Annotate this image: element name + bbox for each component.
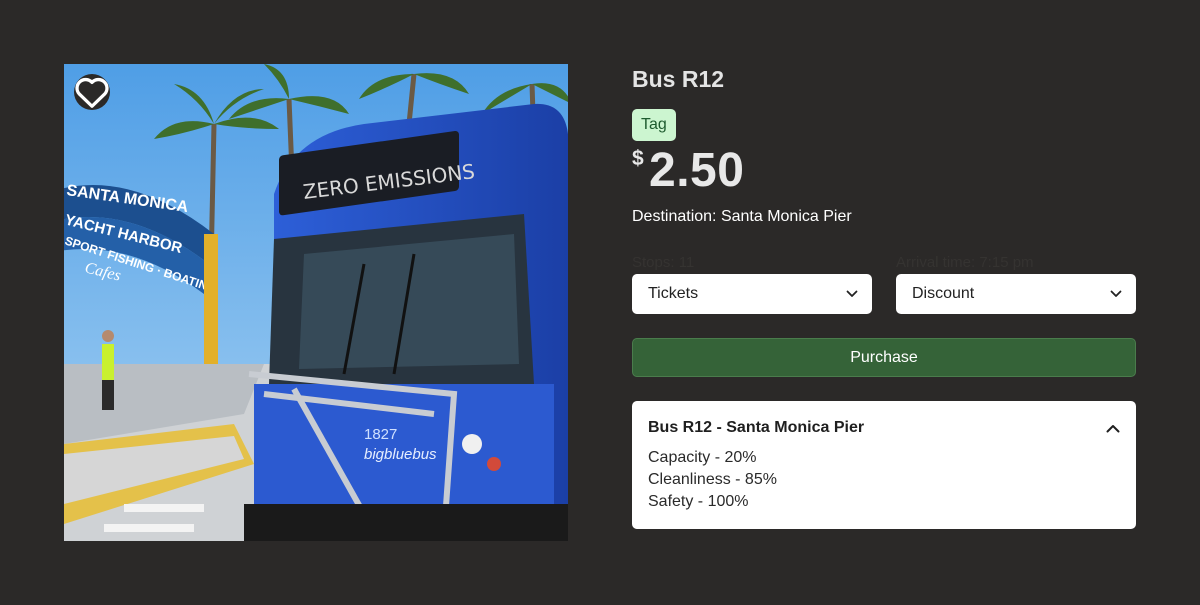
stops-label: Stops: 11 <box>632 254 695 271</box>
cleanliness-stat: Cleanliness - 85% <box>648 471 777 488</box>
option-fields: Stops: 11 Tickets Arrival time: 7:15 pm … <box>632 254 1136 314</box>
product-details: Bus R12 Tag $ 2.50 Destination: Santa Mo… <box>632 64 1136 529</box>
heart-icon <box>75 77 109 108</box>
product-photo: SANTA MONICA YACHT HARBOR SPORT FISHING … <box>64 64 568 541</box>
discount-select-label: Discount <box>912 285 975 302</box>
collapse-toggle[interactable] <box>1106 420 1120 438</box>
discount-field: Arrival time: 7:15 pm Discount <box>896 254 1136 314</box>
route-stats-list: Capacity - 20% Cleanliness - 85% Safety … <box>648 447 1120 513</box>
price-amount: 2.50 <box>649 144 745 197</box>
product-price: $ 2.50 <box>632 144 1136 197</box>
tickets-select-label: Tickets <box>648 285 699 302</box>
bus-photo-illustration: SANTA MONICA YACHT HARBOR SPORT FISHING … <box>64 64 568 541</box>
tickets-select[interactable]: Tickets <box>632 274 872 314</box>
route-info-title: Bus R12 - Santa Monica Pier <box>648 419 865 436</box>
safety-stat: Safety - 100% <box>648 493 749 510</box>
arrival-label: Arrival time: 7:15 pm <box>896 254 1034 271</box>
tickets-field: Stops: 11 Tickets <box>632 254 872 314</box>
chevron-up-icon <box>1106 425 1120 433</box>
bus-brand-text: bigbluebus <box>364 446 437 463</box>
bus-number-text: 1827 <box>364 426 397 443</box>
discount-select[interactable]: Discount <box>896 274 1136 314</box>
destination-text: Destination: Santa Monica Pier <box>632 208 852 225</box>
chevron-down-icon <box>846 290 858 297</box>
product-page: SANTA MONICA YACHT HARBOR SPORT FISHING … <box>0 0 1200 605</box>
product-tag: Tag <box>632 109 676 141</box>
price-currency: $ <box>632 147 644 170</box>
capacity-stat: Capacity - 20% <box>648 449 757 466</box>
purchase-button[interactable]: Purchase <box>632 338 1136 377</box>
product-title: Bus R12 <box>632 66 725 92</box>
favorite-button[interactable] <box>74 74 110 110</box>
chevron-down-icon <box>1110 290 1122 297</box>
route-info-card: Bus R12 - Santa Monica Pier Capacity - 2… <box>632 401 1136 529</box>
